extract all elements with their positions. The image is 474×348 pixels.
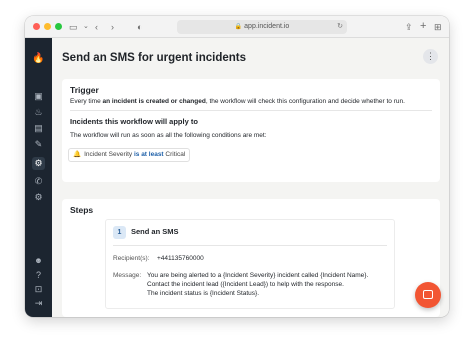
- tab-overview-icon[interactable]: ⊞: [434, 20, 442, 34]
- avatar-icon[interactable]: ☻: [32, 254, 45, 267]
- main-content: Send an SMS for urgent incidents ⋮ Trigg…: [52, 38, 449, 317]
- condition-value: Critical: [165, 151, 186, 158]
- more-options-button[interactable]: ⋮: [423, 49, 438, 64]
- sidebar-toggle-icon[interactable]: ▭: [69, 20, 78, 34]
- message-line-2: Contact the incident lead ({Incident Lea…: [147, 281, 344, 288]
- chevron-down-icon[interactable]: ⌄: [83, 20, 89, 34]
- reload-icon[interactable]: ↻: [337, 20, 343, 34]
- flame-icon[interactable]: ♨: [32, 106, 45, 119]
- recipient-value: +441135760000: [157, 255, 204, 262]
- new-tab-icon[interactable]: +: [420, 19, 426, 33]
- condition-chip[interactable]: 🔔 Incident Severity is at least Critical: [68, 148, 191, 162]
- browser-titlebar: ▭ ⌄ ‹ › ◐ 🔒 app.incident.io ↻ ⇪ + ⊞: [25, 16, 449, 38]
- trigger-divider: [70, 110, 432, 111]
- logo-icon[interactable]: 🔥: [32, 52, 45, 65]
- bell-icon: 🔔: [73, 151, 82, 158]
- conditions-heading: Incidents this workflow will apply to: [70, 117, 198, 126]
- zoom-window-button[interactable]: [55, 23, 62, 30]
- share-icon[interactable]: ⇪: [405, 20, 413, 34]
- step-number: 1: [113, 226, 126, 239]
- trigger-heading: Trigger: [70, 85, 99, 95]
- recipient-label: Recipient(s):: [113, 255, 150, 262]
- condition-field: Incident Severity: [84, 151, 133, 158]
- conditions-description: The workflow will run as soon as all the…: [70, 132, 267, 139]
- workflow-icon[interactable]: ⚙: [32, 157, 45, 170]
- back-icon[interactable]: ‹: [95, 20, 98, 34]
- privacy-shield-icon[interactable]: ◐: [137, 20, 142, 34]
- address-bar[interactable]: 🔒 app.incident.io ↻: [177, 20, 347, 34]
- page-title: Send an SMS for urgent incidents: [62, 52, 247, 64]
- step-title: Send an SMS: [131, 227, 179, 236]
- message-label: Message:: [113, 272, 142, 279]
- url-text: app.incident.io: [244, 23, 290, 30]
- message-line-1: You are being alerted to a {Incident Sev…: [147, 272, 369, 279]
- chat-icon: [423, 290, 433, 299]
- forward-icon[interactable]: ›: [111, 20, 114, 34]
- close-window-button[interactable]: [33, 23, 40, 30]
- gift-icon[interactable]: ⊡: [32, 283, 45, 296]
- logout-icon[interactable]: ⇥: [32, 297, 45, 310]
- steps-heading: Steps: [70, 205, 94, 215]
- trigger-description: Every time an incident is created or cha…: [70, 98, 405, 105]
- phone-icon[interactable]: ✆: [32, 175, 45, 188]
- trigger-card: Trigger Every time an incident is create…: [62, 79, 440, 182]
- step-item[interactable]: 1 Send an SMS Recipient(s): +44113576000…: [105, 219, 395, 309]
- help-icon[interactable]: ?: [32, 269, 45, 282]
- condition-operator: is at least: [133, 151, 164, 158]
- lock-icon: 🔒: [234, 24, 243, 30]
- dashboard-icon[interactable]: ▣: [32, 90, 45, 103]
- minimize-window-button[interactable]: [44, 23, 51, 30]
- message-line-3: The incident status is {Incident Status}…: [147, 290, 260, 297]
- steps-card: Steps 1 Send an SMS Recipient(s): +44113…: [62, 199, 440, 317]
- chat-button[interactable]: [415, 282, 441, 308]
- settings-icon[interactable]: ⚙: [32, 191, 45, 204]
- browser-window: ▭ ⌄ ‹ › ◐ 🔒 app.incident.io ↻ ⇪ + ⊞ 🔥 ▣ ♨…: [25, 16, 449, 317]
- step-divider: [113, 245, 387, 246]
- edit-icon[interactable]: ✎: [32, 138, 45, 151]
- app-sidebar: 🔥 ▣ ♨ ▤ ✎ ⚙ ✆ ⚙ ☻ ? ⊡ ⇥: [25, 38, 52, 317]
- alert-icon[interactable]: ▤: [32, 122, 45, 135]
